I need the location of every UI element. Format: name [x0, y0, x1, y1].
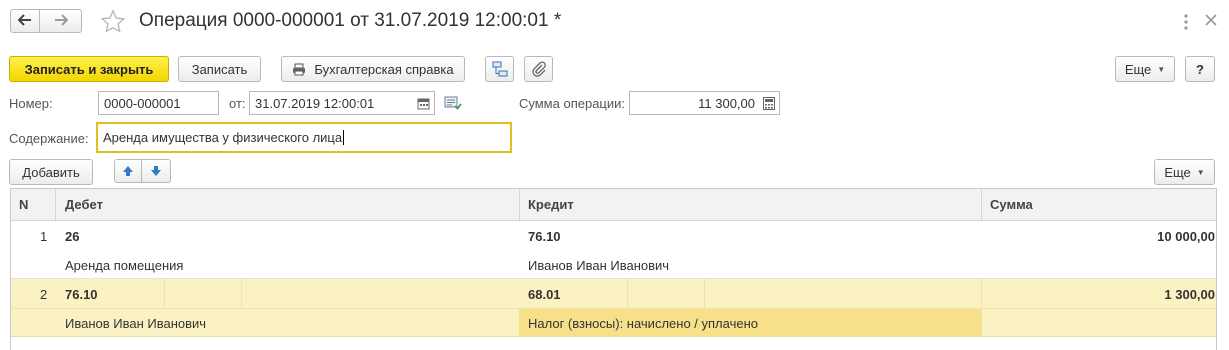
- number-label: Номер:: [9, 96, 53, 111]
- chevron-down-icon: ▼: [1157, 64, 1166, 74]
- debit-subconto: Иванов Иван Иванович: [65, 316, 207, 331]
- content-field[interactable]: Аренда имущества у физического лица: [96, 122, 512, 153]
- cell-divider: [981, 279, 982, 337]
- entries-table: N Дебет Кредит Сумма 1 26 Аренда помещен…: [10, 188, 1217, 350]
- page-title: Операция 0000-000001 от 31.07.2019 12:00…: [139, 10, 562, 31]
- column-header-credit[interactable]: Кредит: [519, 189, 981, 221]
- attach-button[interactable]: [524, 56, 553, 82]
- column-header-debit[interactable]: Дебет: [55, 189, 519, 221]
- arrow-down-icon: [150, 165, 162, 177]
- sum-value: 11 300,00: [698, 95, 755, 111]
- table-more-label: Еще: [1164, 164, 1191, 180]
- close-icon[interactable]: [1203, 12, 1219, 28]
- number-field[interactable]: 0000-000001: [98, 91, 219, 115]
- cell-divider: [627, 279, 628, 308]
- structure-button[interactable]: [485, 56, 514, 82]
- arrow-right-icon: [54, 13, 68, 29]
- credit-account: 76.10: [528, 229, 561, 244]
- move-down-button[interactable]: [142, 159, 171, 183]
- move-up-button[interactable]: [114, 159, 142, 183]
- column-divider: [519, 189, 520, 221]
- content-value: Аренда имущества у физического лица: [103, 130, 343, 145]
- document-status-icon[interactable]: [444, 95, 462, 111]
- table-more-button[interactable]: Еще ▼: [1154, 159, 1215, 185]
- debit-subconto: Аренда помещения: [65, 258, 184, 273]
- date-field[interactable]: 31.07.2019 12:00:01: [249, 91, 435, 115]
- save-and-close-button[interactable]: Записать и закрыть: [9, 56, 169, 82]
- credit-subconto: Иванов Иван Иванович: [528, 258, 670, 273]
- more-label: Еще: [1124, 61, 1152, 77]
- credit-account: 68.01: [528, 287, 561, 302]
- column-header-sum[interactable]: Сумма: [981, 189, 1216, 221]
- star-outline-icon[interactable]: [100, 9, 126, 35]
- column-header-debit-label: Дебет: [65, 197, 103, 212]
- printer-icon: [292, 63, 306, 76]
- vertical-dots-icon[interactable]: [1180, 12, 1192, 32]
- cell-divider: [704, 279, 705, 308]
- arrow-up-icon: [122, 165, 134, 177]
- sum-label: Сумма операции:: [519, 96, 625, 111]
- column-header-sum-label: Сумма: [990, 197, 1033, 212]
- date-value: 31.07.2019 12:00:01: [255, 95, 375, 111]
- structure-icon: [492, 61, 508, 77]
- debit-account: 26: [65, 229, 80, 244]
- column-header-n-label: N: [19, 197, 29, 212]
- column-header-n[interactable]: N: [11, 189, 55, 221]
- row-sum: 1 300,00: [1164, 287, 1215, 302]
- debit-account: 76.10: [65, 287, 98, 302]
- back-button[interactable]: [10, 9, 40, 33]
- column-divider: [981, 189, 982, 221]
- calendar-icon[interactable]: [417, 97, 430, 110]
- text-cursor: [343, 130, 345, 145]
- cell-divider: [164, 279, 165, 308]
- help-button[interactable]: ?: [1185, 56, 1215, 82]
- row-number: 2: [40, 287, 48, 302]
- column-divider: [55, 189, 56, 221]
- add-button[interactable]: Добавить: [9, 159, 93, 185]
- forward-button[interactable]: [40, 9, 82, 33]
- accounting-report-button[interactable]: Бухгалтерская справка: [281, 56, 465, 82]
- table-row-selected[interactable]: 2 76.10 Иванов Иван Иванович 68.01 Налог…: [11, 279, 1216, 337]
- credit-subconto: Налог (взносы): начислено / уплачено: [528, 316, 758, 331]
- more-button[interactable]: Еще ▼: [1115, 56, 1175, 82]
- chevron-down-icon: ▼: [1196, 167, 1205, 177]
- row-sum: 10 000,00: [1157, 229, 1215, 244]
- content-label: Содержание:: [9, 131, 89, 146]
- cell-divider: [241, 279, 242, 308]
- number-value: 0000-000001: [104, 95, 181, 111]
- save-button[interactable]: Записать: [178, 56, 261, 82]
- accounting-report-label: Бухгалтерская справка: [314, 61, 454, 77]
- table-row[interactable]: 1 26 Аренда помещения 76.10 Иванов Иван …: [11, 221, 1216, 279]
- sum-field[interactable]: 11 300,00: [629, 91, 780, 115]
- paperclip-icon: [531, 61, 547, 77]
- calculator-icon[interactable]: [763, 97, 775, 110]
- arrow-left-icon: [17, 13, 32, 29]
- column-header-credit-label: Кредит: [528, 197, 574, 212]
- date-label: от:: [229, 96, 246, 111]
- row-number: 1: [40, 229, 48, 244]
